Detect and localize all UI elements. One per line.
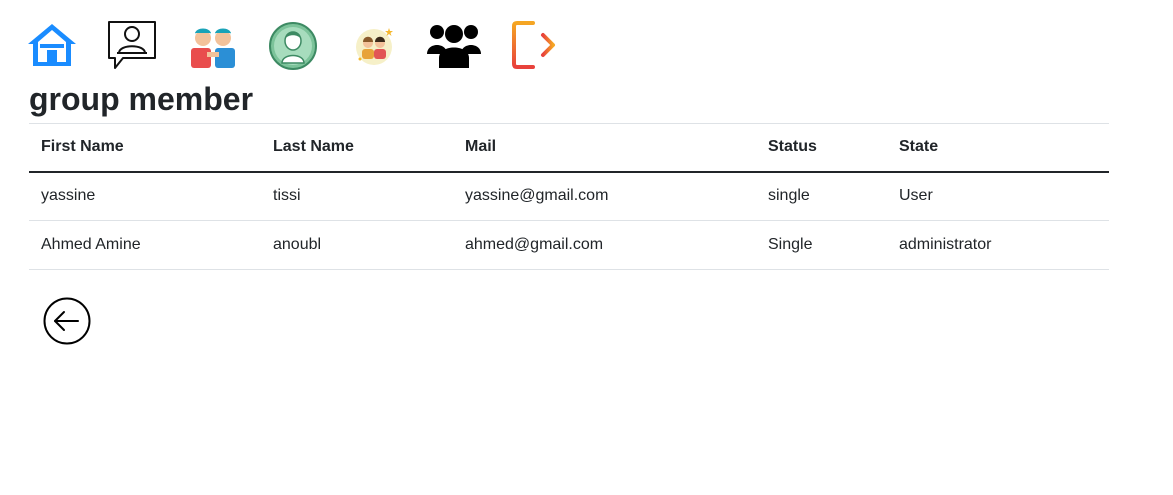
cell-first-name: yassine <box>29 171 261 221</box>
group-icon[interactable] <box>427 22 481 68</box>
couple-icon[interactable] <box>352 23 396 67</box>
members-table: First Name Last Name Mail Status State y… <box>29 123 1109 270</box>
logout-icon[interactable] <box>511 20 557 70</box>
top-nav <box>0 0 1173 80</box>
column-header-mail: Mail <box>453 123 756 173</box>
back-button[interactable] <box>43 297 91 345</box>
column-header-status: Status <box>756 123 887 173</box>
table-row: yassine tissi yassine@gmail.com single U… <box>29 171 1109 221</box>
cell-status: single <box>756 171 887 221</box>
column-header-first-name: First Name <box>29 123 261 173</box>
cell-mail: ahmed@gmail.com <box>453 220 756 270</box>
column-header-last-name: Last Name <box>261 123 453 173</box>
avatar-icon[interactable] <box>268 21 318 71</box>
cell-last-name: anoubl <box>261 220 453 270</box>
cell-state: administrator <box>887 220 1109 270</box>
column-header-state: State <box>887 123 1109 173</box>
table-header-row: First Name Last Name Mail Status State <box>29 123 1109 173</box>
page-title: group member <box>29 81 254 117</box>
home-icon[interactable] <box>26 22 78 68</box>
cell-first-name: Ahmed Amine <box>29 220 261 270</box>
user-chat-icon[interactable] <box>107 20 157 70</box>
cell-last-name: tissi <box>261 171 453 221</box>
arrow-left-circle-icon <box>43 297 91 345</box>
cell-state: User <box>887 171 1109 221</box>
friends-icon[interactable] <box>189 24 237 68</box>
cell-status: Single <box>756 220 887 270</box>
table-row: Ahmed Amine anoubl ahmed@gmail.com Singl… <box>29 220 1109 270</box>
cell-mail: yassine@gmail.com <box>453 171 756 221</box>
